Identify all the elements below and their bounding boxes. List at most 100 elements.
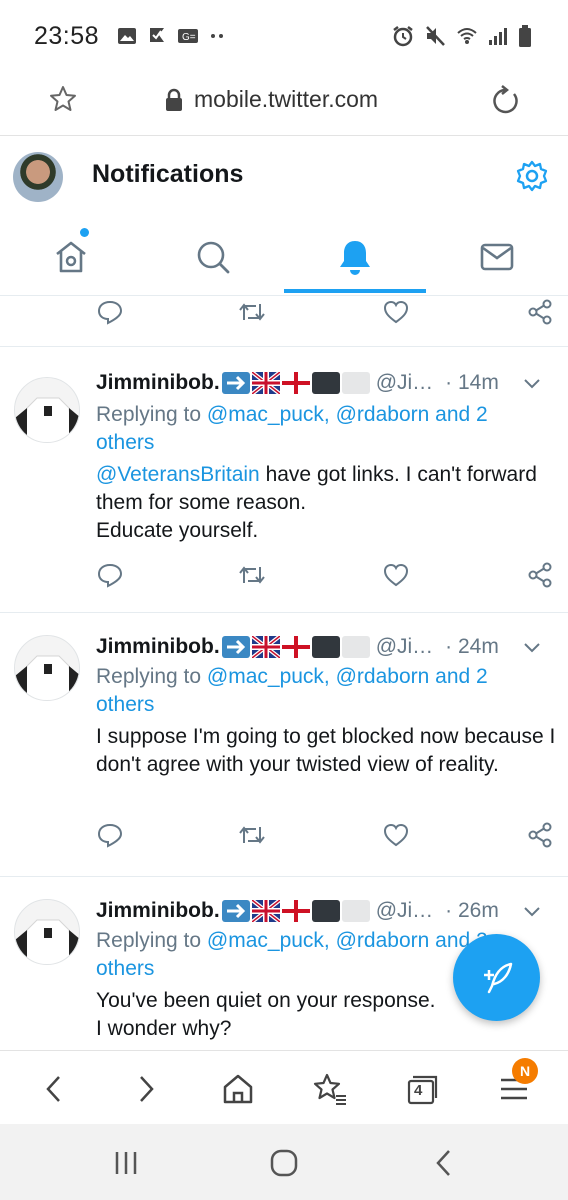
retweet-button[interactable]	[232, 296, 272, 332]
back-button[interactable]	[34, 1069, 74, 1109]
tweet-author-name[interactable]: Jimminibob.	[96, 635, 220, 659]
share-button[interactable]	[520, 555, 560, 595]
menu-notification-badge: N	[512, 1058, 538, 1084]
right-arrow-emoji-icon	[221, 636, 250, 658]
bookmarks-button[interactable]	[310, 1069, 350, 1109]
tab-search[interactable]	[142, 218, 284, 296]
home-button[interactable]	[218, 1069, 258, 1109]
tweet-avatar[interactable]	[14, 635, 80, 701]
share-button[interactable]	[520, 815, 560, 855]
recent-apps-button[interactable]	[106, 1146, 146, 1180]
star-icon[interactable]	[48, 84, 78, 114]
tweet-time[interactable]: · 24m	[445, 635, 499, 659]
reply-button[interactable]	[90, 815, 130, 855]
right-arrow-emoji-icon	[221, 900, 250, 922]
replying-to: Replying to @mac_puck, @rdaborn and 2 ot…	[96, 663, 516, 719]
tweet-author-name[interactable]: Jimminibob.	[96, 899, 220, 923]
tab-messages[interactable]	[426, 218, 568, 296]
url-text[interactable]: mobile.twitter.com	[194, 86, 378, 113]
right-arrow-emoji-icon	[221, 372, 250, 394]
name-emojis	[221, 898, 370, 924]
system-home-icon	[270, 1149, 298, 1177]
retweet-icon	[239, 303, 265, 321]
chevron-down-icon[interactable]	[522, 640, 542, 654]
tweet-avatar[interactable]	[14, 377, 80, 443]
status-time: 23:58	[34, 21, 100, 50]
chevron-down-icon[interactable]	[522, 376, 542, 390]
mention-link[interactable]: @VeteransBritain	[96, 463, 260, 486]
envelope-icon	[480, 243, 514, 271]
search-icon	[197, 241, 230, 274]
system-home-button[interactable]	[264, 1146, 304, 1180]
black-square-emoji-icon	[311, 636, 340, 658]
replying-to: Replying to @mac_puck, @rdaborn and 2 ot…	[96, 401, 516, 457]
retweet-button[interactable]	[232, 815, 272, 855]
forward-arrow-icon	[140, 1076, 154, 1102]
retweet-button[interactable]	[232, 555, 272, 595]
white-square-emoji-icon	[341, 900, 370, 922]
alarm-icon	[393, 26, 413, 47]
black-square-emoji-icon	[311, 372, 340, 394]
url-bar: mobile.twitter.com	[0, 72, 568, 136]
system-back-button[interactable]	[424, 1146, 464, 1180]
reply-button[interactable]	[90, 296, 130, 332]
like-button[interactable]	[376, 555, 416, 595]
tweet-header: Jimminibob. @Ji… · 24m	[96, 631, 556, 663]
tab-count: 4	[414, 1082, 423, 1099]
england-flag-icon	[281, 900, 310, 922]
tweet[interactable]: Jimminibob. @Ji… · 14m Replying to @mac_…	[0, 346, 568, 612]
uk-flag-icon	[250, 370, 281, 396]
tweet-avatar[interactable]	[14, 899, 80, 965]
share-button[interactable]	[520, 296, 560, 332]
reply-button[interactable]	[90, 555, 130, 595]
tweet-author-name[interactable]: Jimminibob.	[96, 371, 220, 395]
tabs-button[interactable]: 4	[402, 1069, 442, 1109]
status-bar: 23:58 G=	[0, 0, 568, 72]
tab-home[interactable]	[0, 218, 142, 296]
forward-button[interactable]	[126, 1069, 166, 1109]
tweet[interactable]: Jimminibob. @Ji… · 24m Replying to @mac_…	[0, 612, 568, 876]
tweet-header: Jimminibob. @Ji… · 26m	[96, 895, 556, 927]
signal-icon	[489, 28, 507, 45]
reply-icon	[97, 300, 123, 325]
like-button[interactable]	[376, 296, 416, 332]
home-notification-dot	[80, 228, 89, 237]
tweet-handle: @Ji…	[375, 635, 434, 658]
reload-icon[interactable]	[488, 84, 522, 118]
compose-tweet-button[interactable]	[453, 934, 540, 1021]
g-translate-icon: G=	[178, 29, 199, 43]
page-title: Notifications	[92, 160, 244, 188]
tweet-handle: @Ji…	[375, 899, 434, 922]
tweet-time[interactable]: · 26m	[445, 899, 499, 923]
address-field[interactable]: mobile.twitter.com	[164, 86, 378, 113]
lock-icon	[166, 88, 182, 111]
white-square-emoji-icon	[341, 636, 370, 658]
heart-icon	[383, 563, 409, 587]
replying-prefix: Replying to	[96, 665, 207, 688]
tweet-text: I suppose I'm going to get blocked now b…	[96, 725, 556, 776]
compose-feather-icon	[483, 962, 512, 993]
replying-prefix: Replying to	[96, 403, 207, 426]
home-icon	[56, 241, 86, 273]
black-square-emoji-icon	[311, 900, 340, 922]
england-flag-icon	[281, 636, 310, 658]
tab-bar	[0, 218, 568, 296]
more-dots-icon	[211, 34, 224, 38]
user-avatar[interactable]	[13, 152, 63, 202]
bell-icon	[340, 241, 370, 275]
tweet-time[interactable]: · 14m	[445, 371, 499, 395]
tweet-actions	[0, 296, 568, 332]
share-icon	[528, 299, 552, 325]
white-square-emoji-icon	[341, 372, 370, 394]
browser-toolbar: 4	[0, 1050, 568, 1124]
like-button[interactable]	[376, 815, 416, 855]
tweet-text: @VeteransBritain have got links. I can't…	[96, 461, 556, 545]
gear-icon[interactable]	[514, 158, 550, 194]
tab-notifications[interactable]	[284, 218, 426, 296]
uk-flag-icon	[250, 634, 281, 660]
mute-icon	[426, 26, 445, 46]
chevron-down-icon[interactable]	[522, 904, 542, 918]
uk-flag-icon	[250, 898, 281, 924]
tweet-handle: @Ji…	[375, 371, 434, 394]
heart-icon	[383, 300, 409, 324]
